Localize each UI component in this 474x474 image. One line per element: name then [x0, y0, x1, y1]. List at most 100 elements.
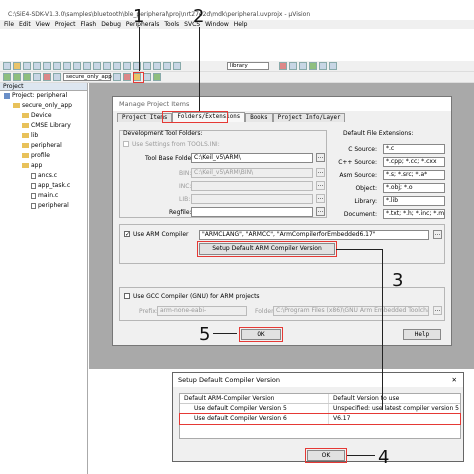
tree-item[interactable]: peripheral — [0, 141, 87, 151]
translate-icon[interactable] — [3, 73, 11, 81]
find-in-files-icon[interactable] — [289, 62, 297, 70]
ext-input[interactable]: *.lib — [383, 196, 445, 206]
callout-1: 1 — [133, 6, 145, 27]
nav-back-icon[interactable] — [93, 62, 101, 70]
use-settings-checkbox[interactable] — [123, 141, 129, 147]
new-file-icon[interactable] — [3, 62, 11, 70]
library-combo[interactable]: library — [227, 62, 269, 70]
outdent-icon[interactable] — [153, 62, 161, 70]
inc-browse-button[interactable]: … — [316, 181, 325, 190]
ext-input[interactable]: *.txt; *.h; *.inc; *.md — [383, 209, 445, 219]
indent-icon[interactable] — [143, 62, 151, 70]
ext-input[interactable]: *.cpp; *.cc; *.cxx — [383, 157, 445, 167]
tree-item[interactable]: profile — [0, 151, 87, 161]
tree-item[interactable]: Project: peripheral — [0, 91, 87, 101]
window-icon[interactable] — [319, 62, 327, 70]
inc-input[interactable] — [191, 181, 313, 191]
arm-compiler-input[interactable]: "ARMCLANG", "ARMCC", "ArmCompilerforEmbe… — [199, 230, 429, 240]
file-icon — [31, 192, 36, 199]
menu-flash[interactable]: Flash — [80, 20, 96, 29]
use-gcc-label: Use GCC Compiler (GNU) for ARM projects — [133, 293, 260, 300]
menu-edit[interactable]: Edit — [19, 20, 31, 29]
nav-forward-icon[interactable] — [103, 62, 111, 70]
menu-file[interactable]: File — [4, 20, 14, 29]
prefix-input[interactable]: arm-none-eabi- — [157, 306, 247, 316]
row-version-value[interactable]: V6.17 — [329, 414, 460, 424]
lib-browse-button[interactable]: … — [316, 194, 325, 203]
tab-books[interactable]: Books — [245, 113, 273, 122]
tool-base-folder-input[interactable]: C:\Keil_v5\ARM\ — [191, 153, 313, 163]
tools-icon[interactable] — [329, 62, 337, 70]
comment-icon[interactable] — [163, 62, 171, 70]
undo-icon[interactable] — [73, 62, 81, 70]
folder-icon — [13, 103, 20, 108]
bookmark-prev-icon[interactable] — [123, 62, 131, 70]
redo-icon[interactable] — [83, 62, 91, 70]
uncomment-icon[interactable] — [173, 62, 181, 70]
chevron-down-icon[interactable] — [113, 73, 121, 81]
tree-item[interactable]: app — [0, 161, 87, 171]
table-header: Default ARM-Compiler Version Default Ver… — [180, 394, 460, 404]
lib-input[interactable] — [191, 194, 313, 204]
tree-item[interactable]: CMSE Library — [0, 121, 87, 131]
download-icon[interactable] — [43, 73, 51, 81]
table-row[interactable]: Use default Compiler Version 5 Unspecifi… — [180, 404, 460, 414]
tree-item[interactable]: lib — [0, 131, 87, 141]
menu-project[interactable]: Project — [55, 20, 76, 29]
ext-input[interactable]: *.obj; *.o — [383, 183, 445, 193]
menu-debug[interactable]: Debug — [101, 20, 121, 29]
tree-item[interactable]: app_task.c — [0, 181, 87, 191]
folder-icon — [22, 113, 29, 118]
save-icon[interactable] — [23, 62, 31, 70]
arm-compiler-browse-button[interactable]: … — [433, 230, 442, 239]
regfile-input[interactable] — [191, 207, 313, 217]
setup-compiler-dialog: Setup Default Compiler Version ✕ Default… — [172, 372, 464, 463]
build-icon[interactable] — [13, 73, 21, 81]
project-panel: Project Project: peripheral secure_only_a… — [0, 83, 88, 474]
use-gcc-checkbox[interactable] — [124, 293, 130, 299]
row-version-value[interactable]: Unspecified: use latest compiler version… — [329, 404, 460, 414]
row-version-label: Use default Compiler Version 6 — [180, 414, 329, 424]
select-packs-icon[interactable] — [143, 73, 151, 81]
highlight-compiler-ok — [305, 448, 347, 463]
bin-input[interactable]: C:\Keil_v5\ARM\BIN\ — [191, 168, 313, 178]
tab-project-info-layer[interactable]: Project Info/Layer — [272, 113, 346, 122]
target-combo[interactable]: secure_only_app — [63, 73, 112, 81]
paste-icon[interactable] — [63, 62, 71, 70]
menu-view[interactable]: View — [36, 20, 50, 29]
tree-item[interactable]: Device — [0, 111, 87, 121]
tree-item[interactable]: secure_only_app — [0, 101, 87, 111]
config-icon[interactable] — [309, 62, 317, 70]
tree-item[interactable]: peripheral — [0, 201, 87, 211]
close-icon[interactable]: ✕ — [452, 373, 457, 387]
menu-window[interactable]: Window — [205, 20, 229, 29]
manage-runtime-icon[interactable] — [153, 73, 161, 81]
open-folder-icon[interactable] — [13, 62, 21, 70]
batch-build-icon[interactable] — [33, 73, 41, 81]
ext-input[interactable]: *.s; *.src; *.a* — [383, 170, 445, 180]
find-icon[interactable] — [279, 62, 287, 70]
tree-item[interactable]: main.c — [0, 191, 87, 201]
cut-icon[interactable] — [43, 62, 51, 70]
tree-item[interactable]: ancs.c — [0, 171, 87, 181]
bin-browse-button[interactable]: … — [316, 168, 325, 177]
stop-build-icon[interactable] — [53, 73, 61, 81]
debug-icon[interactable] — [299, 62, 307, 70]
gcc-folder-browse-button[interactable]: … — [433, 306, 442, 315]
copy-icon[interactable] — [53, 62, 61, 70]
table-row[interactable]: Use default Compiler Version 6 V6.17 — [179, 413, 461, 425]
save-all-icon[interactable] — [33, 62, 41, 70]
rebuild-icon[interactable] — [23, 73, 31, 81]
tool-base-browse-button[interactable]: … — [316, 153, 325, 162]
highlight-setup-button — [197, 241, 337, 257]
menu-tools[interactable]: Tools — [164, 20, 179, 29]
manage-project-items-dialog: Manage Project Items Project Items Folde… — [112, 96, 452, 346]
options-for-target-icon[interactable] — [123, 73, 131, 81]
use-arm-compiler-checkbox[interactable]: ✓ — [124, 231, 130, 238]
ext-input[interactable]: *.c — [383, 144, 445, 154]
regfile-browse-button[interactable]: … — [316, 207, 325, 216]
help-button[interactable]: Help — [403, 329, 441, 340]
menu-help[interactable]: Help — [234, 20, 248, 29]
gcc-folder-input[interactable]: C:\Program Files (x86)\GNU Arm Embedded … — [273, 306, 429, 316]
bookmark-icon[interactable] — [113, 62, 121, 70]
